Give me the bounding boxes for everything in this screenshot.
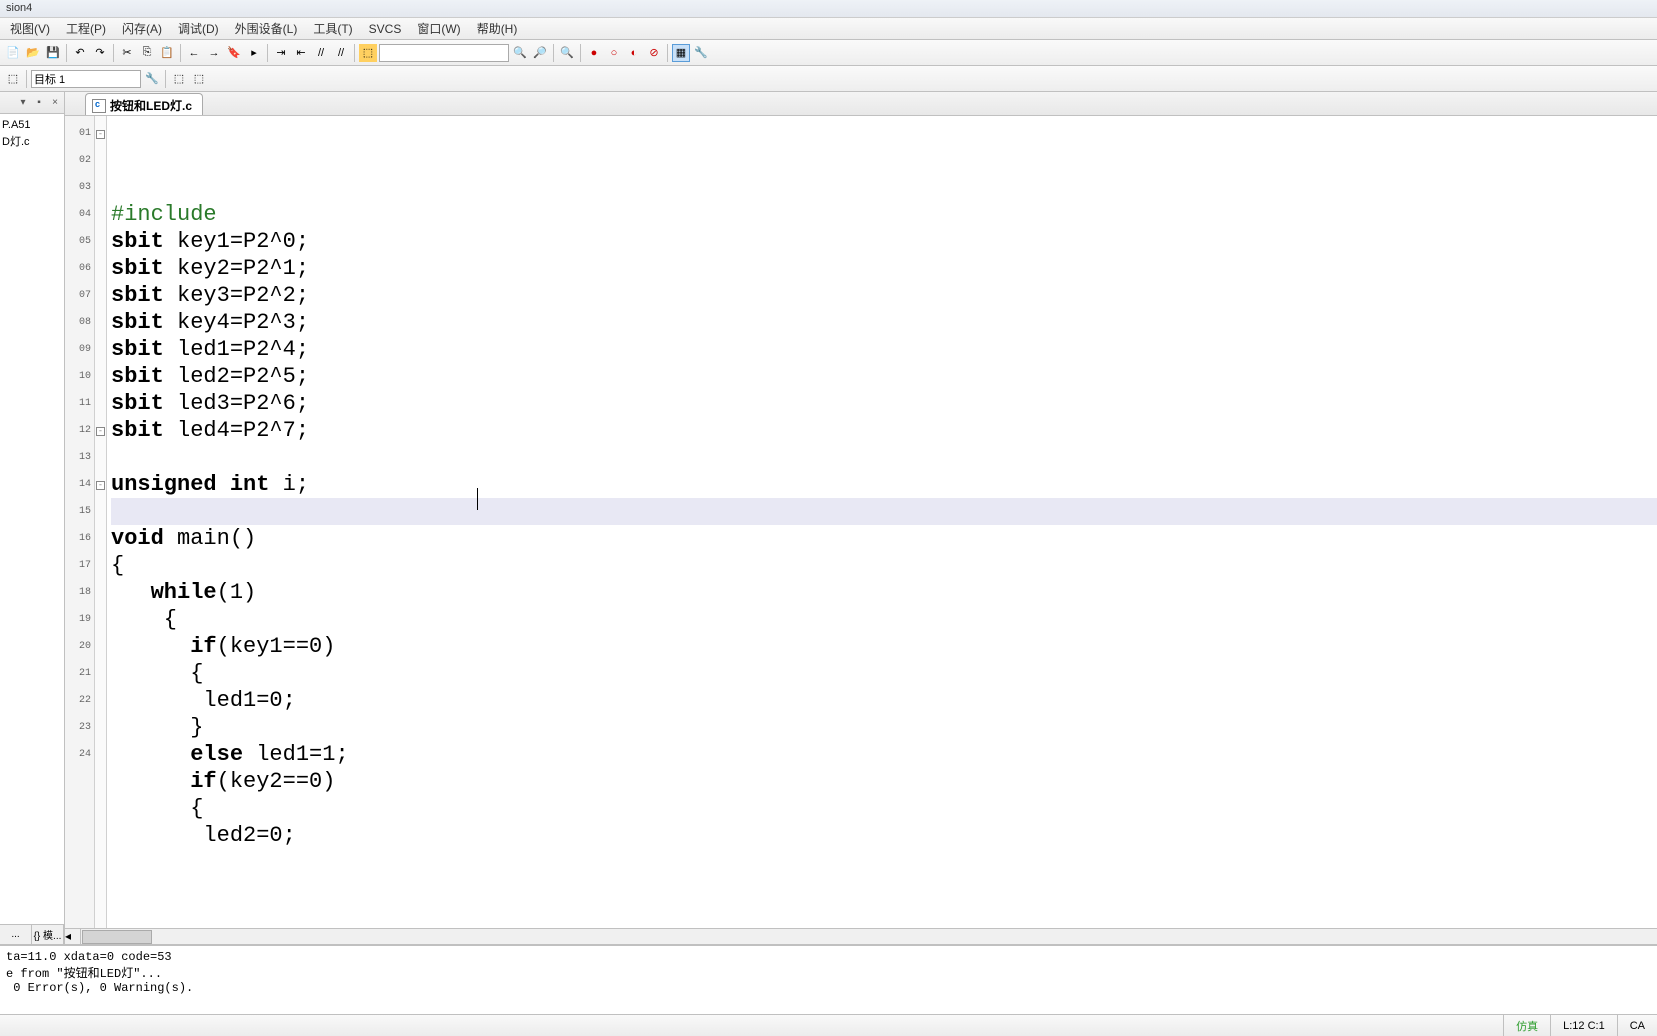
rebuild-icon[interactable]: ⬚ <box>190 70 208 88</box>
file-tab-label: 按钮和LED灯.c <box>110 97 192 114</box>
toolbar-separator <box>267 44 268 62</box>
scroll-thumb[interactable] <box>82 930 152 944</box>
debug-icon[interactable]: 🔍 <box>558 44 576 62</box>
bookmark-next-icon[interactable]: ▸ <box>245 44 263 62</box>
toolbar-separator <box>354 44 355 62</box>
menu-svcs[interactable]: SVCS <box>361 20 410 38</box>
new-file-icon[interactable]: 📄 <box>4 44 22 62</box>
project-sidebar: ▾ ▪ × P.A51 D灯.c ... {} 模... <box>0 92 65 944</box>
scroll-left-icon[interactable]: ◂ <box>65 929 81 945</box>
translate-icon[interactable]: ⬚ <box>4 70 22 88</box>
output-line: e from "按钮和LED灯"... <box>6 964 1651 981</box>
bookmark-icon[interactable]: 🔖 <box>225 44 243 62</box>
breakpoint-insert-icon[interactable]: ● <box>585 44 603 62</box>
editor-tab-bar: 按钮和LED灯.c <box>65 92 1657 116</box>
sidebar-dropdown-icon[interactable]: ▾ <box>16 96 30 110</box>
status-cursor-pos: L:12 C:1 <box>1550 1015 1617 1036</box>
sidebar-pin-icon[interactable]: ▪ <box>32 96 46 110</box>
text-cursor <box>477 488 478 510</box>
menu-tools[interactable]: 工具(T) <box>305 18 360 39</box>
menu-help[interactable]: 帮助(H) <box>469 18 526 39</box>
status-bar: 仿真 L:12 C:1 CA <box>0 1014 1657 1036</box>
find-combo[interactable] <box>379 44 509 62</box>
output-line: ta=11.0 xdata=0 code=53 <box>6 950 1651 964</box>
indent-icon[interactable]: ⇥ <box>272 44 290 62</box>
project-tree[interactable]: P.A51 D灯.c <box>0 114 64 924</box>
sidebar-close-icon[interactable]: × <box>48 96 62 110</box>
copy-icon[interactable]: ⎘ <box>138 44 156 62</box>
sidebar-header: ▾ ▪ × <box>0 92 64 114</box>
toolbar-separator <box>667 44 668 62</box>
options-icon[interactable]: 🔧 <box>143 70 161 88</box>
c-file-icon <box>92 99 106 113</box>
main-area: ▾ ▪ × P.A51 D灯.c ... {} 模... 按钮和LED灯.c 0… <box>0 92 1657 944</box>
status-simulation: 仿真 <box>1503 1015 1550 1036</box>
toolbar-separator <box>553 44 554 62</box>
nav-fwd-icon[interactable]: → <box>205 44 223 62</box>
sidebar-tab[interactable]: ... <box>0 925 32 944</box>
build-output-panel[interactable]: ta=11.0 xdata=0 code=53 e from "按钮和LED灯"… <box>0 944 1657 1014</box>
breakpoint-enable-icon[interactable]: ○ <box>605 44 623 62</box>
breakpoint-kill-icon[interactable]: ⊘ <box>645 44 663 62</box>
undo-icon[interactable]: ↶ <box>71 44 89 62</box>
open-file-icon[interactable]: 📂 <box>24 44 42 62</box>
nav-back-icon[interactable]: ← <box>185 44 203 62</box>
toolbar-separator <box>26 70 27 88</box>
configure-icon[interactable]: 🔧 <box>692 44 710 62</box>
menu-window[interactable]: 窗口(W) <box>409 18 468 39</box>
app-title: sion4 <box>6 2 32 14</box>
build-icon[interactable]: ⬚ <box>170 70 188 88</box>
fold-column[interactable]: --- <box>95 116 107 928</box>
cut-icon[interactable]: ✂ <box>118 44 136 62</box>
incremental-find-icon[interactable]: 🔎 <box>531 44 549 62</box>
toolbar-separator <box>580 44 581 62</box>
uncomment-icon[interactable]: // <box>332 44 350 62</box>
line-number-gutter: 0102030405060708091011121314151617181920… <box>65 116 95 928</box>
menu-view[interactable]: 视图(V) <box>2 18 58 39</box>
horizontal-scrollbar[interactable]: ◂ <box>65 928 1657 944</box>
toolbar-separator <box>165 70 166 88</box>
find-icon[interactable]: ⬚ <box>359 44 377 62</box>
editor-area: 按钮和LED灯.c 010203040506070809101112131415… <box>65 92 1657 944</box>
outdent-icon[interactable]: ⇤ <box>292 44 310 62</box>
menu-debug[interactable]: 调试(D) <box>170 18 227 39</box>
find-in-files-icon[interactable]: 🔍 <box>511 44 529 62</box>
build-toolbar: ⬚ 🔧 ⬚ ⬚ <box>0 66 1657 92</box>
comment-icon[interactable]: // <box>312 44 330 62</box>
redo-icon[interactable]: ↷ <box>91 44 109 62</box>
sidebar-tabs: ... {} 模... <box>0 924 64 944</box>
tree-item[interactable]: P.A51 <box>2 118 62 132</box>
code-pane[interactable]: #includesbit key1=P2^0;sbit key2=P2^1;sb… <box>107 116 1657 928</box>
status-caps: CA <box>1617 1015 1657 1036</box>
window-tile-icon[interactable]: ▦ <box>672 44 690 62</box>
file-tab[interactable]: 按钮和LED灯.c <box>85 93 203 115</box>
sidebar-tab[interactable]: {} 模... <box>32 925 64 944</box>
toolbar-separator <box>180 44 181 62</box>
save-icon[interactable]: 💾 <box>44 44 62 62</box>
code-editor[interactable]: 0102030405060708091011121314151617181920… <box>65 116 1657 928</box>
menu-peripherals[interactable]: 外围设备(L) <box>227 18 306 39</box>
menu-flash[interactable]: 闪存(A) <box>114 18 170 39</box>
menu-project[interactable]: 工程(P) <box>58 18 114 39</box>
menu-bar: 视图(V) 工程(P) 闪存(A) 调试(D) 外围设备(L) 工具(T) SV… <box>0 18 1657 40</box>
target-select[interactable] <box>31 70 141 88</box>
toolbar-separator <box>113 44 114 62</box>
output-line: 0 Error(s), 0 Warning(s). <box>6 981 1651 995</box>
main-toolbar: 📄 📂 💾 ↶ ↷ ✂ ⎘ 📋 ← → 🔖 ▸ ⇥ ⇤ // // ⬚ 🔍 🔎 … <box>0 40 1657 66</box>
tree-item[interactable]: D灯.c <box>2 132 62 150</box>
paste-icon[interactable]: 📋 <box>158 44 176 62</box>
breakpoint-disable-icon[interactable]: ◐ <box>625 44 643 62</box>
toolbar-separator <box>66 44 67 62</box>
title-bar: sion4 <box>0 0 1657 18</box>
